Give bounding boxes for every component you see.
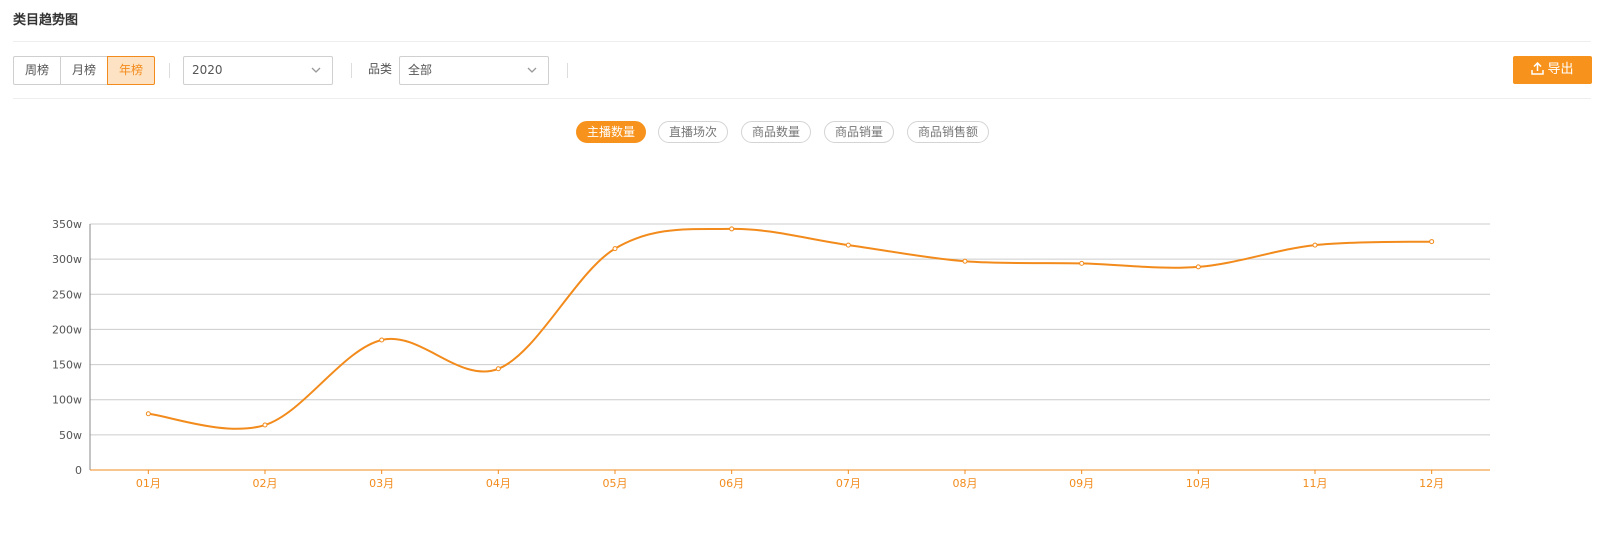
data-point (845, 242, 851, 248)
x-tick-label: 09月 (1069, 477, 1094, 490)
category-select-value: 全部 (408, 63, 433, 77)
metric-tab-sales-amount[interactable]: 商品销售额 (907, 121, 989, 143)
metric-tab-sessions[interactable]: 直播场次 (658, 121, 728, 143)
x-tick-label: 08月 (953, 477, 978, 490)
toolbar-separator (169, 63, 170, 78)
page-title: 类目趋势图 (13, 13, 79, 28)
metric-tab-product-sales[interactable]: 商品销量 (824, 121, 894, 143)
tab-monthly[interactable]: 月榜 (60, 56, 108, 85)
data-point (1079, 260, 1085, 266)
x-tick-label: 05月 (603, 477, 628, 490)
metric-tab-anchors[interactable]: 主播数量 (576, 121, 646, 143)
y-tick-label: 200w (52, 323, 82, 336)
tab-yearly[interactable]: 年榜 (107, 56, 155, 85)
y-tick-label: 0 (75, 464, 82, 477)
metric-tabs: 主播数量 直播场次 商品数量 商品销量 商品销售额 (0, 121, 1605, 143)
x-tick-label: 03月 (369, 477, 394, 490)
y-tick-label: 100w (52, 394, 82, 407)
metric-tab-product-count[interactable]: 商品数量 (741, 121, 811, 143)
toolbar-separator (567, 63, 568, 78)
year-select-value: 2020 (192, 63, 223, 77)
x-tick-label: 11月 (1303, 477, 1328, 490)
filter-toolbar: 周榜 月榜 年榜 2020 品类 全部 (13, 56, 1591, 85)
export-icon (1531, 61, 1545, 75)
data-point (729, 226, 735, 232)
trend-line-chart: 0 50w 100w 150w 200w 250w 300w 350w 01月 02月 03月 04月… (52, 218, 1490, 490)
x-tick-label: 06月 (719, 477, 744, 490)
y-tick-label: 150w (52, 359, 82, 372)
x-tick-label: 02月 (253, 477, 278, 490)
data-point (1429, 239, 1435, 245)
toolbar-divider (13, 98, 1591, 99)
x-tick-label: 07月 (836, 477, 861, 490)
title-divider (13, 41, 1591, 42)
year-select[interactable]: 2020 (183, 56, 333, 85)
data-point (262, 422, 268, 428)
chevron-down-icon (311, 67, 321, 73)
data-point (1312, 242, 1318, 248)
tab-weekly[interactable]: 周榜 (13, 56, 61, 85)
data-point (379, 337, 385, 343)
category-select[interactable]: 全部 (399, 56, 549, 85)
x-tick-label: 01月 (136, 477, 161, 490)
data-point (612, 246, 618, 252)
export-label: 导出 (1547, 62, 1574, 77)
x-tick-label: 04月 (486, 477, 511, 490)
toolbar-separator (351, 63, 352, 78)
data-point (1195, 264, 1201, 270)
category-label: 品类 (368, 62, 393, 76)
data-point (962, 258, 968, 264)
x-tick-label: 10月 (1186, 477, 1211, 490)
y-tick-label: 250w (52, 288, 82, 301)
y-tick-label: 350w (52, 218, 82, 231)
data-point (145, 411, 151, 417)
period-tabs: 周榜 月榜 年榜 (13, 56, 155, 85)
y-tick-label: 50w (59, 429, 82, 442)
data-point (495, 366, 501, 372)
y-tick-label: 300w (52, 253, 82, 266)
x-tick-label: 12月 (1419, 477, 1444, 490)
chevron-down-icon (527, 67, 537, 73)
export-button[interactable]: 导出 (1513, 56, 1592, 84)
